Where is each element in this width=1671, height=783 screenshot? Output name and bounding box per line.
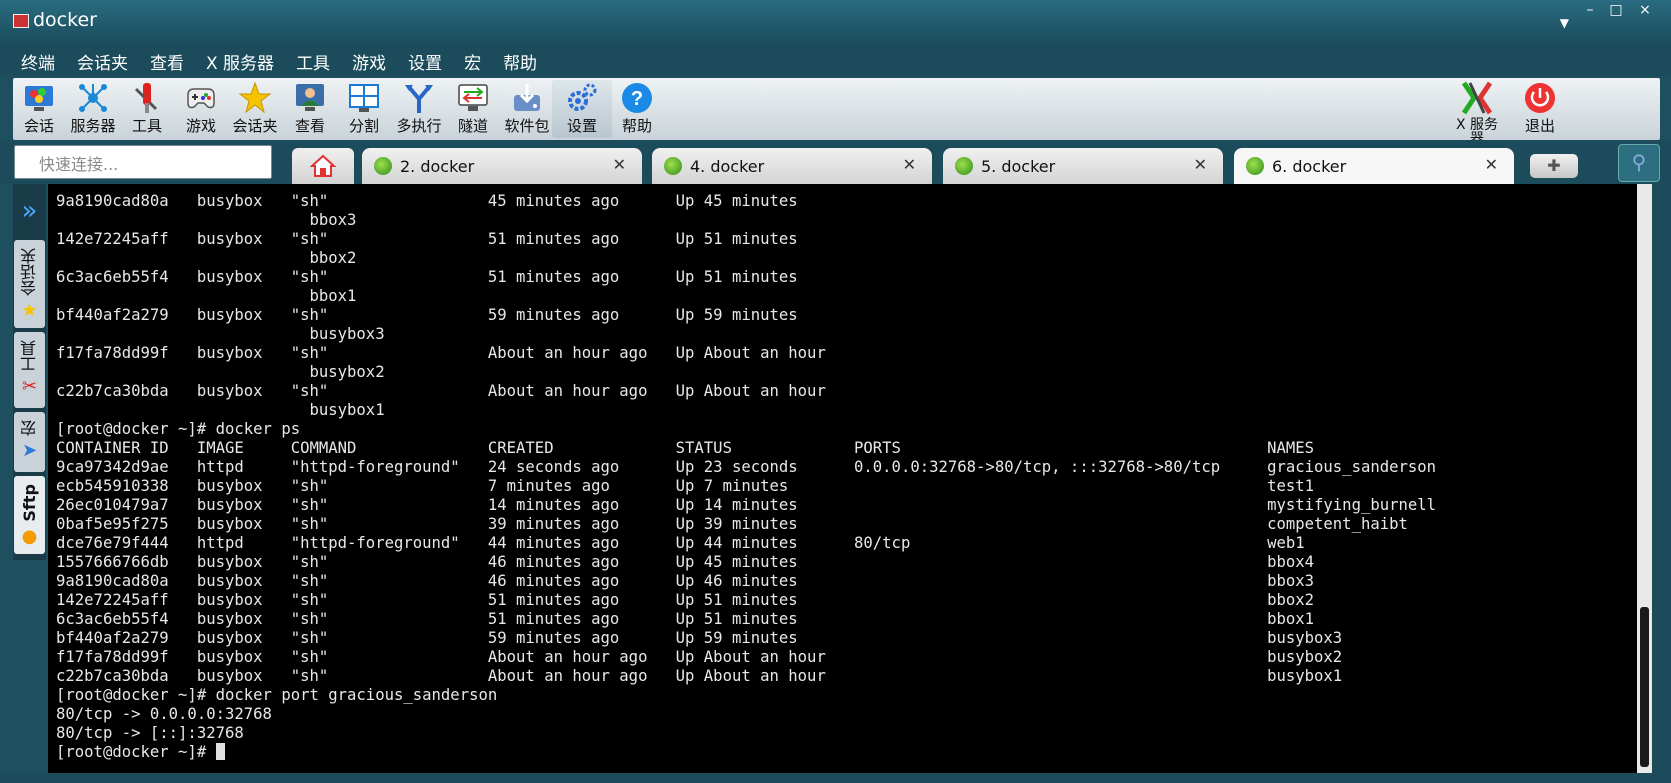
window-title: docker	[33, 9, 97, 31]
power-icon	[1522, 80, 1558, 116]
servers-button[interactable]: 服务器	[63, 80, 123, 138]
window-right-edge	[1652, 184, 1671, 783]
app-icon	[13, 14, 29, 28]
multiexec-icon	[401, 80, 437, 116]
help-icon: ?	[619, 80, 655, 116]
tab-close-icon[interactable]: ✕	[1194, 155, 1207, 174]
svg-text:?: ?	[631, 88, 643, 110]
tab-close-icon[interactable]: ✕	[1485, 155, 1498, 174]
home-icon	[310, 154, 336, 177]
expand-sidebar-icon[interactable]: »	[13, 196, 46, 226]
session-globe-icon	[664, 157, 682, 175]
star-icon: ★	[21, 300, 38, 321]
left-sidebar: » 会话夹 ★ 工具 ✂ 宏 ➤ Sftp ●	[13, 184, 46, 560]
quick-connect-input[interactable]: 快速连接...	[14, 145, 272, 179]
view-icon	[292, 80, 328, 116]
tab-5-docker[interactable]: 5. docker ✕	[943, 148, 1223, 184]
sidebar-tab-sessions[interactable]: 会话夹 ★	[14, 240, 45, 328]
session-globe-icon	[955, 157, 973, 175]
session-globe-icon	[374, 157, 392, 175]
servers-icon	[75, 80, 111, 116]
window-bottom-edge	[0, 773, 1671, 783]
toolbar: 会话 服务器 工具 游戏 会话夹 查看 分割 多执行 隧道 软件包 设置 ? 帮…	[13, 78, 1660, 146]
star-icon	[237, 80, 273, 116]
tunnel-button[interactable]: 隧道	[443, 80, 503, 138]
settings-icon	[564, 80, 600, 116]
multiexec-button[interactable]: 多执行	[389, 80, 449, 138]
menu-help[interactable]: 帮助	[492, 44, 548, 76]
menu-sessions[interactable]: 会话夹	[66, 44, 139, 76]
exit-button[interactable]: 退出	[1510, 80, 1570, 138]
tunnel-icon	[455, 80, 491, 116]
sessions-folder-button[interactable]: 会话夹	[225, 80, 285, 138]
terminal-scrollbar[interactable]	[1637, 184, 1652, 773]
x-server-icon	[1459, 80, 1495, 116]
tools-icon: ✂	[21, 376, 38, 397]
menu-tools[interactable]: 工具	[285, 44, 341, 76]
menu-terminal[interactable]: 终端	[10, 44, 66, 76]
sidebar-tab-macros[interactable]: 宏 ➤	[14, 412, 45, 472]
split-button[interactable]: 分割	[334, 80, 394, 138]
menu-macros[interactable]: 宏	[453, 44, 492, 76]
session-button[interactable]: 会话	[9, 80, 69, 138]
tab-6-docker[interactable]: 6. docker ✕	[1234, 148, 1514, 184]
help-button[interactable]: ? 帮助	[607, 80, 667, 138]
send-icon: ➤	[21, 440, 38, 461]
terminal-output: 9a8190cad80a busybox "sh" 45 minutes ago…	[56, 192, 1437, 761]
split-icon	[346, 80, 382, 116]
tab-2-docker[interactable]: 2. docker ✕	[362, 148, 642, 184]
games-button[interactable]: 游戏	[171, 80, 231, 138]
sftp-icon: ●	[21, 525, 38, 547]
menu-xserver[interactable]: X 服务器	[195, 44, 285, 76]
scrollbar-thumb[interactable]	[1640, 607, 1649, 767]
tab-close-icon[interactable]: ✕	[613, 155, 626, 174]
close-button[interactable]: ×	[1632, 2, 1658, 18]
session-globe-icon	[1246, 157, 1264, 175]
menu-games[interactable]: 游戏	[341, 44, 397, 76]
xserver-button[interactable]: X 服务 器	[1444, 80, 1510, 146]
attach-icon[interactable]: ⚲	[1618, 144, 1660, 182]
tab-4-docker[interactable]: 4. docker ✕	[652, 148, 932, 184]
tools-icon	[129, 80, 165, 116]
settings-button[interactable]: 设置	[552, 80, 612, 138]
maximize-button[interactable]: □	[1603, 2, 1629, 18]
session-icon	[21, 80, 57, 116]
add-tab-button[interactable]: ✚	[1530, 154, 1578, 178]
home-tab[interactable]	[292, 148, 354, 184]
tools-button[interactable]: 工具	[117, 80, 177, 138]
minimize-button[interactable]: –	[1577, 2, 1603, 18]
title-bar: docker ▼ – □ ×	[0, 0, 1671, 44]
games-icon	[183, 80, 219, 116]
menu-settings[interactable]: 设置	[397, 44, 453, 76]
package-icon	[509, 80, 545, 116]
sidebar-tab-tools[interactable]: 工具 ✂	[14, 332, 45, 408]
terminal[interactable]: 9a8190cad80a busybox "sh" 45 minutes ago…	[48, 184, 1637, 773]
menu-bar: 终端 会话夹 查看 X 服务器 工具 游戏 设置 宏 帮助	[0, 44, 1671, 76]
terminal-prompt: [root@docker ~]#	[56, 743, 216, 761]
package-button[interactable]: 软件包	[497, 80, 557, 138]
sidebar-tab-sftp[interactable]: Sftp ●	[14, 476, 45, 554]
view-button[interactable]: 查看	[280, 80, 340, 138]
tab-close-icon[interactable]: ✕	[903, 155, 916, 174]
tab-bar: 快速连接... 2. docker ✕ 4. docker ✕ 5. docke…	[0, 140, 1671, 184]
menu-view[interactable]: 查看	[139, 44, 195, 76]
dropdown-arrow-icon[interactable]: ▼	[1560, 16, 1569, 30]
terminal-cursor	[215, 743, 225, 760]
